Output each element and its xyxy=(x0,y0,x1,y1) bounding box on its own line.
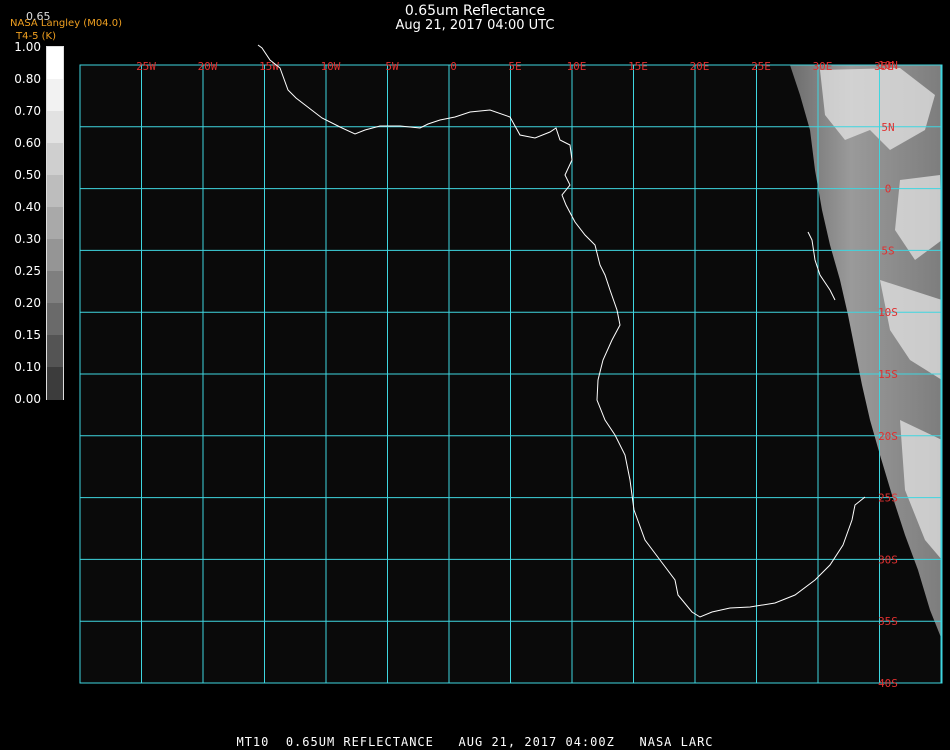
longitude-label: 15E xyxy=(628,60,648,73)
latitude-label: 10S xyxy=(878,306,898,319)
latitude-label: 35S xyxy=(878,615,898,628)
longitude-label: 5E xyxy=(508,60,521,73)
longitude-label: 10E xyxy=(567,60,587,73)
latitude-label: 5N xyxy=(881,121,894,134)
longitude-label: 15W xyxy=(259,60,279,73)
longitude-label: 5W xyxy=(385,60,399,73)
latitude-label: 10N xyxy=(878,59,898,72)
longitude-label: 20E xyxy=(690,60,710,73)
latitude-label: 25S xyxy=(878,492,898,505)
longitude-label: 0 xyxy=(450,60,457,73)
latitude-label: 5S xyxy=(881,244,894,257)
map-canvas: 25W 20W 15W 10W 5W 0 5E 10E 15E 20E 25E 30E 35E10N5N… xyxy=(79,44,943,690)
longitude-label: 10W xyxy=(321,60,341,73)
footer-caption: MT10 0.65UM REFLECTANCE AUG 21, 2017 04:… xyxy=(236,735,714,749)
latitude-label: 30S xyxy=(878,553,898,566)
latitude-label: 40S xyxy=(878,677,898,690)
longitude-label: 25W xyxy=(136,60,156,73)
latitude-label: 15S xyxy=(878,368,898,381)
latitude-label: 0 xyxy=(885,183,892,196)
longitude-label: 20W xyxy=(198,60,218,73)
longitude-label: 30E xyxy=(813,60,833,73)
longitude-label: 25E xyxy=(751,60,771,73)
latitude-label: 20S xyxy=(878,430,898,443)
